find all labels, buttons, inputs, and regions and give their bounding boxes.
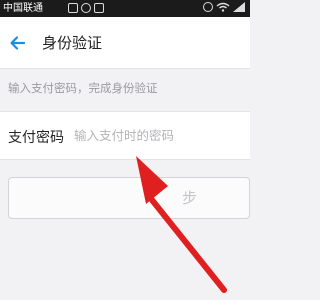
gallery-icon: [68, 3, 78, 13]
wifi-icon: [216, 2, 230, 12]
back-arrow-icon: [10, 36, 26, 50]
alarm-icon: [203, 2, 213, 12]
next-step-button[interactable]: 步: [8, 177, 250, 219]
signal-icon: [233, 2, 245, 12]
chat-icon: [81, 3, 91, 13]
title-bar: 身份验证: [0, 17, 250, 69]
status-bar: 中国联通: [0, 0, 250, 17]
page-title: 身份验证: [42, 34, 103, 52]
back-button[interactable]: [4, 29, 32, 57]
image-icon: [94, 3, 104, 13]
pay-password-input[interactable]: [74, 122, 244, 148]
system-icons: [203, 0, 248, 17]
verification-hint: 输入支付密码，完成身份验证: [8, 81, 158, 95]
pay-password-row: 支付密码: [0, 111, 250, 160]
pay-password-label: 支付密码: [8, 130, 64, 146]
carrier-name: 中国联通: [3, 3, 43, 14]
